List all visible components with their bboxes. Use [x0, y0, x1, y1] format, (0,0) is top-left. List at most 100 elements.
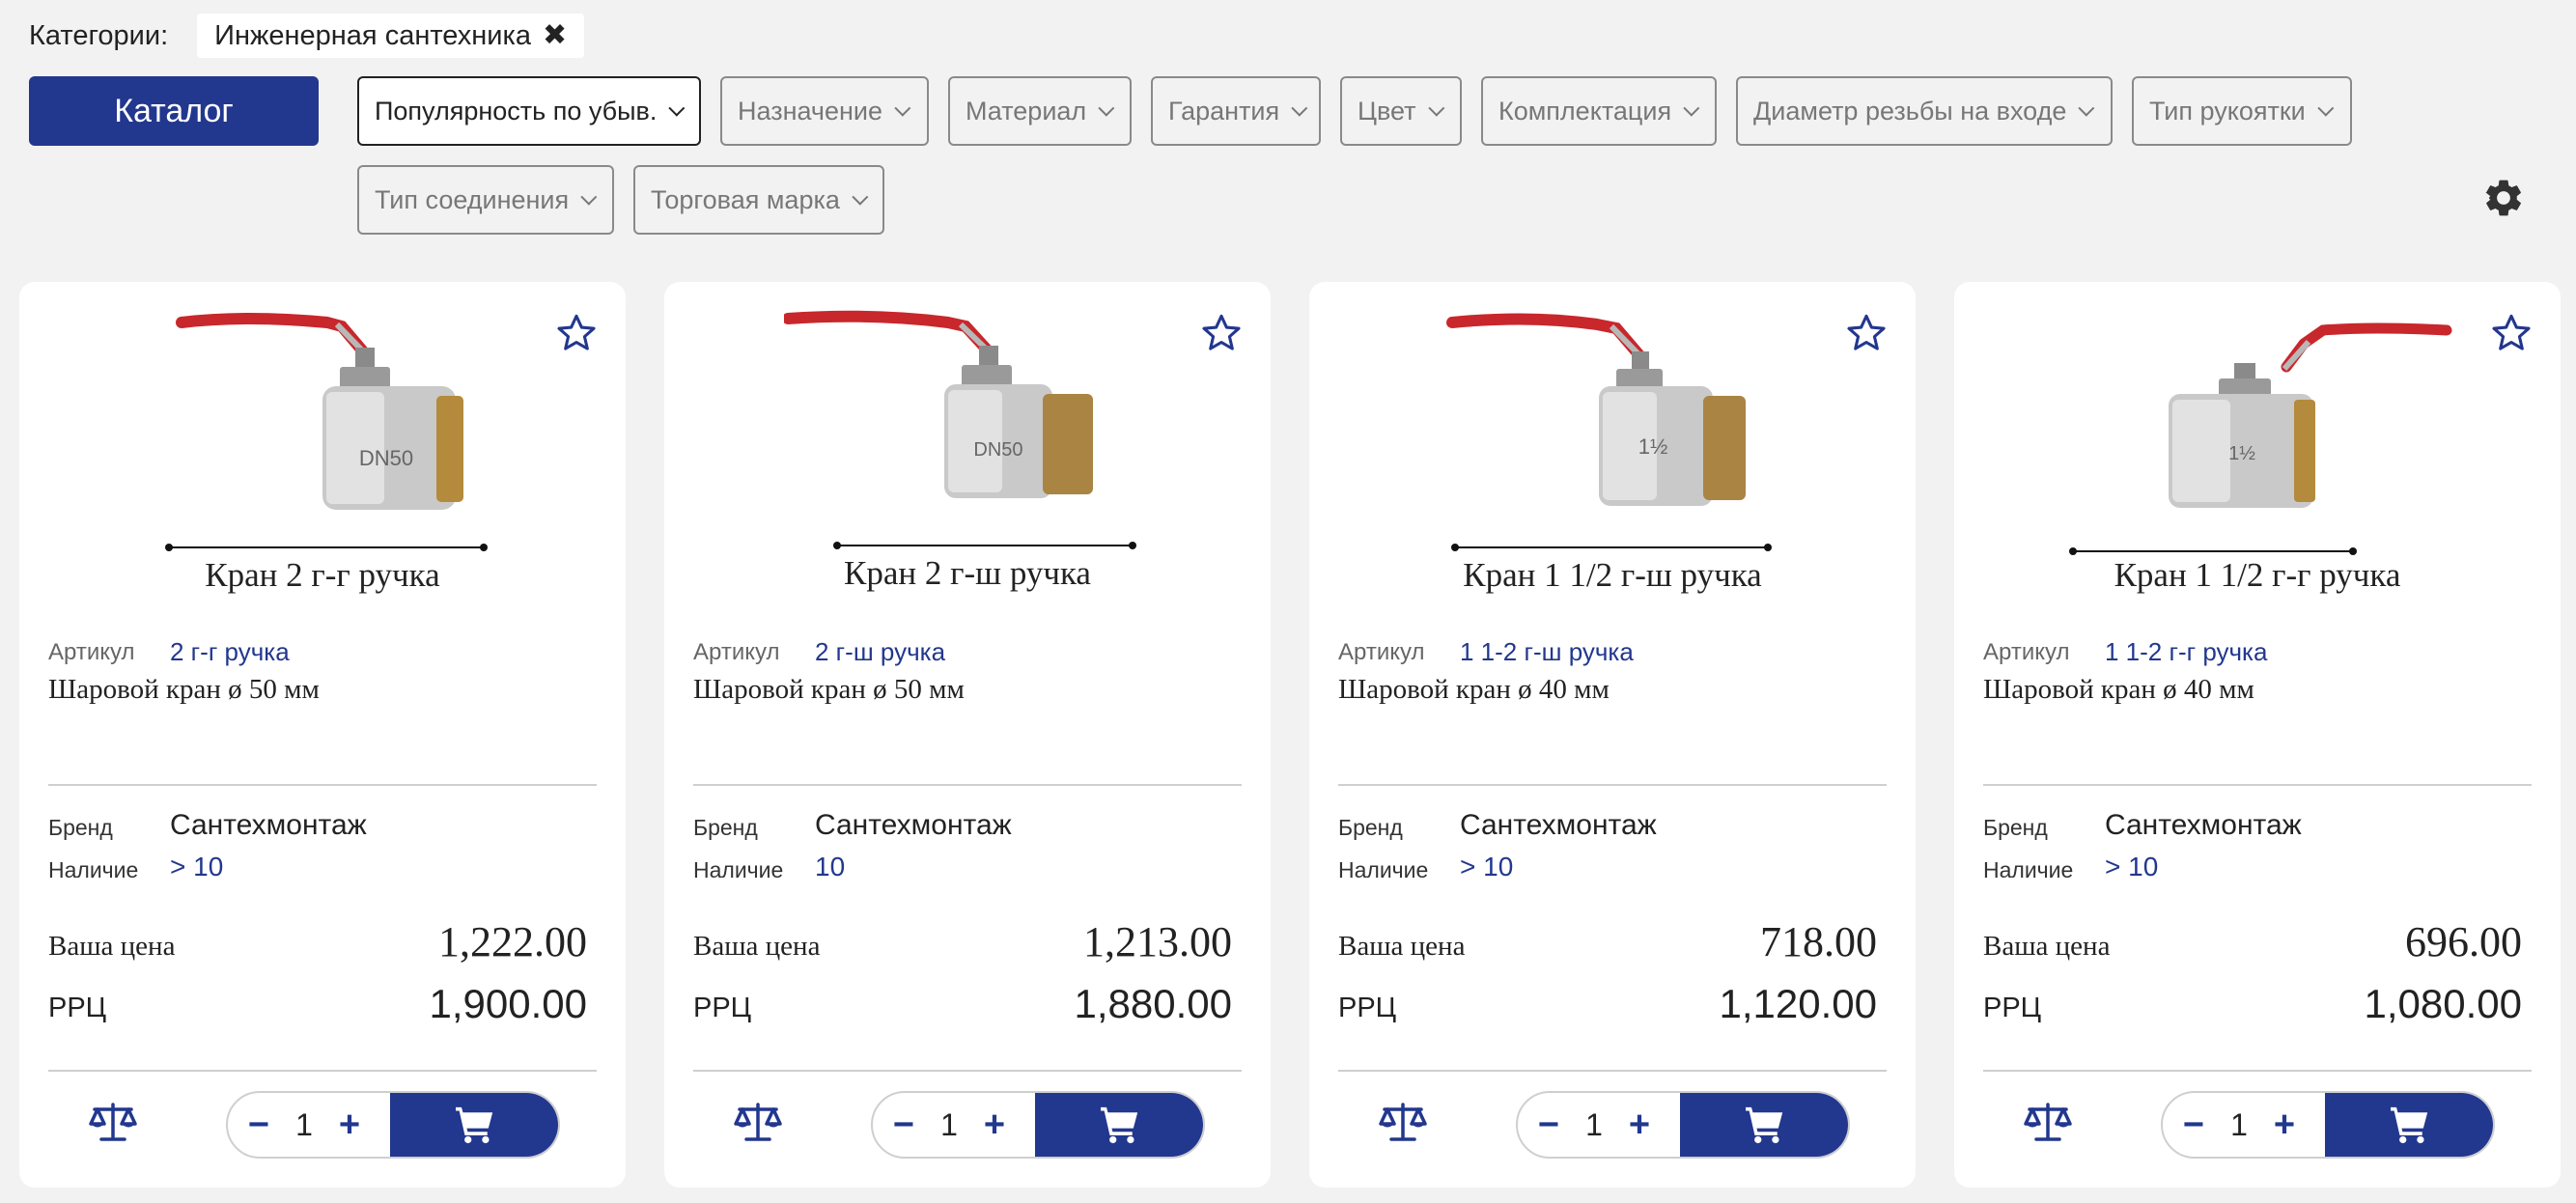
dimension-line: [2069, 547, 2357, 555]
product-image[interactable]: 1½: [1442, 309, 1790, 521]
add-to-cart-button[interactable]: [390, 1093, 558, 1157]
divider: [1338, 1070, 1887, 1072]
quantity-stepper: − 1 +: [226, 1091, 560, 1159]
dimension-line: [1451, 544, 1772, 551]
rrp-label: РРЦ: [1338, 993, 1397, 1023]
category-bar: Категории: Инженерная сантехника ✖: [29, 14, 585, 58]
decrement-button[interactable]: −: [234, 1093, 284, 1157]
increment-button[interactable]: +: [969, 1093, 1020, 1157]
product-card[interactable]: DN50 Кран 2 г-г ручка Артикул 2 г-г ручк…: [19, 282, 626, 1188]
filter-label: Комплектация: [1498, 96, 1672, 126]
filter-label: Гарантия: [1168, 96, 1280, 126]
star-icon[interactable]: [1199, 311, 1244, 355]
add-to-cart-button[interactable]: [1035, 1093, 1203, 1157]
quantity-value[interactable]: 1: [284, 1107, 324, 1143]
filter-material[interactable]: Материал: [948, 76, 1132, 146]
filter-handle-type[interactable]: Тип рукоятки: [2132, 76, 2352, 146]
article-label: Артикул: [693, 639, 780, 665]
rrp-value: 1,880.00: [1074, 981, 1233, 1026]
filter-color[interactable]: Цвет: [1340, 76, 1462, 146]
product-image-marking: DN50: [359, 446, 413, 470]
chevron-down-icon: [852, 188, 869, 206]
rrp-value: 1,080.00: [2364, 981, 2523, 1026]
rrp-value: 1,120.00: [1719, 981, 1878, 1026]
chevron-down-icon: [1098, 99, 1115, 117]
increment-button[interactable]: +: [2259, 1093, 2310, 1157]
catalog-button[interactable]: Каталог: [29, 76, 319, 146]
quantity-value[interactable]: 1: [2219, 1107, 2259, 1143]
article-value[interactable]: 1 1-2 г-ш ручка: [1460, 637, 1634, 667]
star-icon[interactable]: [1844, 311, 1889, 355]
quantity-value[interactable]: 1: [929, 1107, 969, 1143]
rrp-label: РРЦ: [48, 993, 107, 1023]
increment-button[interactable]: +: [1614, 1093, 1665, 1157]
product-description: Шаровой кран ø 50 мм: [693, 674, 965, 705]
decrement-button[interactable]: −: [1524, 1093, 1574, 1157]
scales-icon[interactable]: [89, 1101, 137, 1143]
filter-kit[interactable]: Комплектация: [1481, 76, 1717, 146]
chevron-down-icon: [2078, 99, 2095, 117]
filter-thread-diameter[interactable]: Диаметр резьбы на входе: [1736, 76, 2113, 146]
quantity-stepper: − 1 +: [2161, 1091, 2495, 1159]
decrement-button[interactable]: −: [879, 1093, 929, 1157]
divider: [693, 784, 1242, 786]
product-image[interactable]: 1½: [2149, 309, 2478, 521]
filter-warranty[interactable]: Гарантия: [1151, 76, 1321, 146]
quantity-value[interactable]: 1: [1574, 1107, 1614, 1143]
brand-label: Бренд: [693, 815, 758, 840]
cart-icon: [1101, 1106, 1138, 1144]
product-card[interactable]: 1½ Кран 1 1/2 г-г ручка Артикул 1 1-2 г-…: [1954, 282, 2561, 1188]
product-description: Шаровой кран ø 40 мм: [1338, 674, 1610, 705]
chevron-down-icon: [1427, 99, 1444, 117]
product-title[interactable]: Кран 2 г-ш ручка: [664, 554, 1271, 593]
category-chip[interactable]: Инженерная сантехника ✖: [197, 14, 585, 58]
brand-value: Сантехмонтаж: [2105, 809, 2302, 841]
gear-icon[interactable]: [2481, 176, 2526, 220]
product-title[interactable]: Кран 1 1/2 г-г ручка: [1954, 556, 2561, 595]
article-label: Артикул: [48, 639, 135, 665]
stock-value: > 10: [2105, 852, 2159, 881]
increment-button[interactable]: +: [324, 1093, 375, 1157]
divider: [693, 1070, 1242, 1072]
filter-label: Материал: [966, 96, 1087, 126]
scales-icon[interactable]: [2024, 1101, 2072, 1143]
filter-brand[interactable]: Торговая марка: [633, 165, 884, 235]
product-title[interactable]: Кран 2 г-г ручка: [19, 556, 626, 595]
product-card[interactable]: DN50 Кран 2 г-ш ручка Артикул 2 г-ш ручк…: [664, 282, 1271, 1188]
rrp-label: РРЦ: [693, 993, 752, 1023]
divider: [1983, 1070, 2532, 1072]
article-value[interactable]: 2 г-г ручка: [170, 637, 290, 667]
article-value[interactable]: 1 1-2 г-г ручка: [2105, 637, 2267, 667]
brand-label: Бренд: [1338, 815, 1403, 840]
close-icon[interactable]: ✖: [543, 21, 567, 50]
product-card[interactable]: 1½ Кран 1 1/2 г-ш ручка Артикул 1 1-2 г-…: [1309, 282, 1916, 1188]
stock-label: Наличие: [1338, 857, 1429, 882]
your-price-label: Ваша цена: [693, 931, 821, 962]
filter-label: Назначение: [738, 96, 883, 126]
sort-select[interactable]: Популярность по убыв.: [357, 76, 701, 146]
star-icon[interactable]: [554, 311, 599, 355]
article-label: Артикул: [1983, 639, 2070, 665]
star-icon[interactable]: [2489, 311, 2534, 355]
product-title[interactable]: Кран 1 1/2 г-ш ручка: [1309, 556, 1916, 595]
cart-icon: [1746, 1106, 1783, 1144]
filter-connection-type[interactable]: Тип соединения: [357, 165, 614, 235]
product-image[interactable]: DN50: [158, 309, 506, 521]
decrement-button[interactable]: −: [2169, 1093, 2219, 1157]
your-price-value: 1,213.00: [1083, 918, 1232, 965]
quantity-stepper: − 1 +: [1516, 1091, 1850, 1159]
product-image-marking: 1½: [2228, 443, 2255, 464]
article-value[interactable]: 2 г-ш ручка: [815, 637, 945, 667]
your-price-label: Ваша цена: [1983, 931, 2111, 962]
add-to-cart-button[interactable]: [1680, 1093, 1848, 1157]
add-to-cart-button[interactable]: [2325, 1093, 2493, 1157]
stock-value: > 10: [170, 852, 224, 881]
scales-icon[interactable]: [1379, 1101, 1427, 1143]
filter-purpose[interactable]: Назначение: [720, 76, 929, 146]
stock-label: Наличие: [48, 857, 139, 882]
stock-value: > 10: [1460, 852, 1514, 881]
chevron-down-icon: [1291, 99, 1308, 117]
your-price-value: 718.00: [1760, 918, 1877, 965]
scales-icon[interactable]: [734, 1101, 782, 1143]
product-image[interactable]: DN50: [784, 309, 1151, 521]
